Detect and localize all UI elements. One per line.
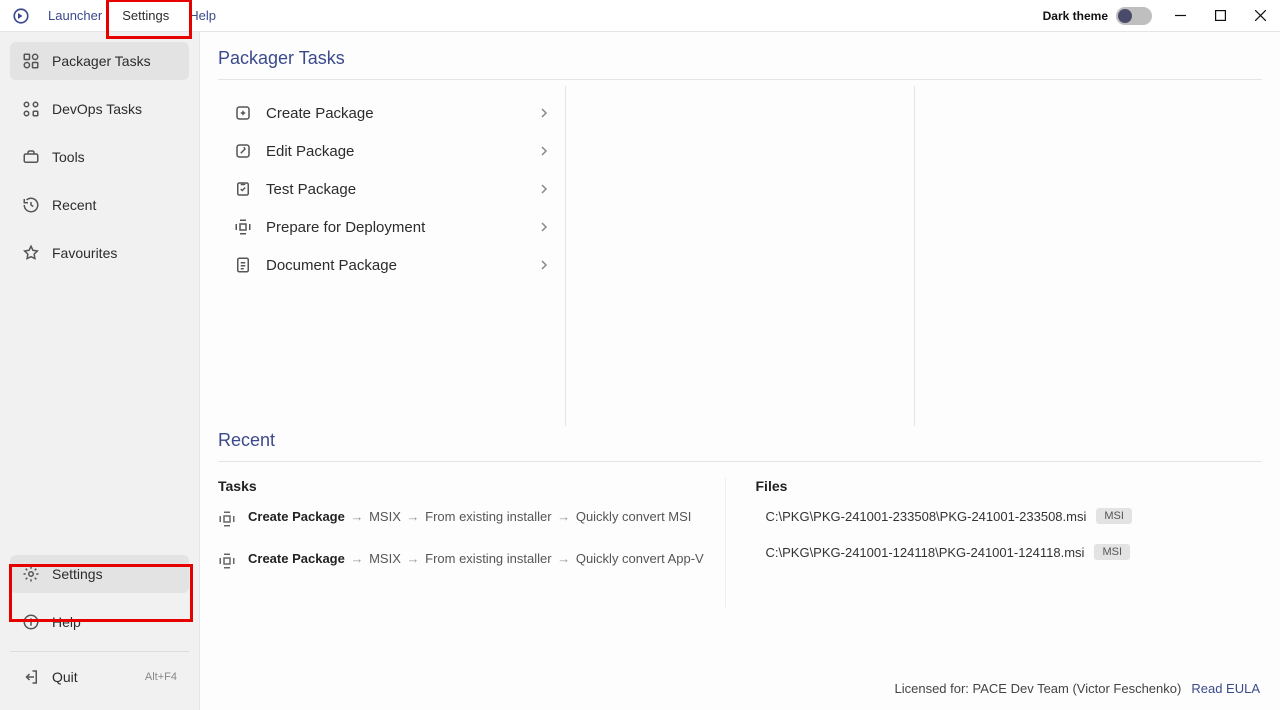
task-edit-package[interactable]: Edit Package [218, 132, 565, 170]
sidebar-item-label: DevOps Tasks [52, 101, 142, 117]
tools-icon [22, 148, 40, 166]
file-badge: MSI [1096, 508, 1132, 524]
menu-settings-label: Settings [122, 8, 169, 23]
recent-file-item[interactable]: C:\PKG\PKG-241001-233508\PKG-241001-2335… [756, 508, 1243, 524]
task-test-package[interactable]: Test Package [218, 170, 565, 208]
sidebar-item-settings[interactable]: Settings [10, 555, 189, 593]
test-icon [234, 180, 252, 198]
quit-shortcut: Alt+F4 [145, 671, 177, 683]
titlebar: Launcher Settings Help Dark theme [0, 0, 1280, 32]
star-icon [22, 244, 40, 262]
task-label: Create Package [266, 105, 374, 122]
recent-task-path-part: Quickly convert App-V [576, 551, 704, 566]
sidebar-item-tools[interactable]: Tools [10, 138, 189, 176]
gear-icon [22, 565, 40, 583]
recent-file-item[interactable]: C:\PKG\PKG-241001-124118\PKG-241001-1241… [756, 544, 1243, 560]
maximize-icon [1215, 10, 1226, 21]
task-detail-col-1 [566, 86, 914, 426]
task-label: Test Package [266, 181, 356, 198]
deploy-icon [234, 218, 252, 236]
recent-task-path-part: MSIX [369, 551, 401, 566]
task-columns: Create Package Edit Package Test Package… [218, 86, 1262, 426]
recent-task-label: Create Package [248, 509, 345, 524]
sidebar-item-label: Favourites [52, 245, 117, 261]
app-logo-icon [12, 7, 30, 25]
recent-task-item[interactable]: Create Package → MSIX → From existing in… [218, 508, 705, 528]
chevron-right-icon [539, 184, 549, 194]
arrow-icon: → [557, 551, 570, 566]
recent-task-path-part: MSIX [369, 509, 401, 524]
main-content: Packager Tasks Create Package Edit Packa… [200, 32, 1280, 710]
chevron-right-icon [539, 146, 549, 156]
package-icon [218, 552, 236, 570]
recent-task-label: Create Package [248, 551, 345, 566]
menu-help[interactable]: Help [179, 4, 226, 27]
document-icon [234, 256, 252, 274]
recent-task-path-part: From existing installer [425, 509, 551, 524]
page-title: Packager Tasks [218, 48, 1262, 80]
window-close-button[interactable] [1240, 0, 1280, 32]
sidebar-item-packager-tasks[interactable]: Packager Tasks [10, 42, 189, 80]
sidebar-item-label: Recent [52, 197, 96, 213]
task-label: Prepare for Deployment [266, 219, 425, 236]
task-prepare-deployment[interactable]: Prepare for Deployment [218, 208, 565, 246]
recent-task-path-part: From existing installer [425, 551, 551, 566]
dark-theme-toggle[interactable] [1116, 7, 1152, 25]
window-maximize-button[interactable] [1200, 0, 1240, 32]
recent-task-path-part: Quickly convert MSI [576, 509, 692, 524]
recent-tasks-heading: Tasks [218, 478, 705, 494]
chevron-right-icon [539, 108, 549, 118]
sidebar-item-quit[interactable]: Quit Alt+F4 [10, 658, 189, 696]
arrow-icon: → [407, 509, 420, 524]
sidebar-item-label: Settings [52, 566, 103, 582]
devops-tasks-icon [22, 100, 40, 118]
task-list: Create Package Edit Package Test Package… [218, 86, 566, 426]
file-path: C:\PKG\PKG-241001-124118\PKG-241001-1241… [766, 545, 1085, 560]
task-document-package[interactable]: Document Package [218, 246, 565, 284]
license-text: Licensed for: PACE Dev Team (Victor Fesc… [894, 681, 1181, 696]
sidebar-item-label: Quit [52, 669, 78, 685]
quit-icon [22, 668, 40, 686]
package-icon [218, 510, 236, 528]
packager-tasks-icon [22, 52, 40, 70]
task-detail-col-2 [915, 86, 1262, 426]
chevron-right-icon [539, 260, 549, 270]
minimize-icon [1175, 10, 1186, 21]
close-icon [1255, 10, 1266, 21]
menu-settings[interactable]: Settings [112, 4, 179, 27]
chevron-right-icon [539, 222, 549, 232]
recent-title: Recent [218, 430, 1262, 462]
recent-files-col: Files C:\PKG\PKG-241001-233508\PKG-24100… [756, 478, 1263, 608]
task-create-package[interactable]: Create Package [218, 94, 565, 132]
recent-files-heading: Files [756, 478, 1243, 494]
task-label: Edit Package [266, 143, 354, 160]
edit-icon [234, 142, 252, 160]
recent-tasks-col: Tasks Create Package → MSIX → From exist… [218, 478, 726, 608]
arrow-icon: → [350, 509, 363, 524]
dark-theme-label: Dark theme [1043, 9, 1108, 23]
info-icon [22, 613, 40, 631]
arrow-icon: → [407, 551, 420, 566]
sidebar-item-devops-tasks[interactable]: DevOps Tasks [10, 90, 189, 128]
arrow-icon: → [557, 509, 570, 524]
arrow-icon: → [350, 551, 363, 566]
sidebar-item-label: Packager Tasks [52, 53, 151, 69]
recent-icon [22, 196, 40, 214]
dark-theme-control: Dark theme [1043, 7, 1152, 25]
create-package-icon [234, 104, 252, 122]
sidebar-item-label: Help [52, 614, 81, 630]
file-path: C:\PKG\PKG-241001-233508\PKG-241001-2335… [766, 509, 1087, 524]
recent-task-item[interactable]: Create Package → MSIX → From existing in… [218, 550, 705, 570]
menu-launcher[interactable]: Launcher [38, 4, 112, 27]
file-badge: MSI [1094, 544, 1130, 560]
sidebar-item-recent[interactable]: Recent [10, 186, 189, 224]
sidebar-item-label: Tools [52, 149, 85, 165]
footer: Licensed for: PACE Dev Team (Victor Fesc… [218, 671, 1262, 710]
sidebar-item-help[interactable]: Help [10, 603, 189, 641]
window-minimize-button[interactable] [1160, 0, 1200, 32]
task-label: Document Package [266, 257, 397, 274]
eula-link[interactable]: Read EULA [1191, 681, 1260, 696]
sidebar-item-favourites[interactable]: Favourites [10, 234, 189, 272]
sidebar: Packager Tasks DevOps Tasks Tools Recent… [0, 32, 200, 710]
